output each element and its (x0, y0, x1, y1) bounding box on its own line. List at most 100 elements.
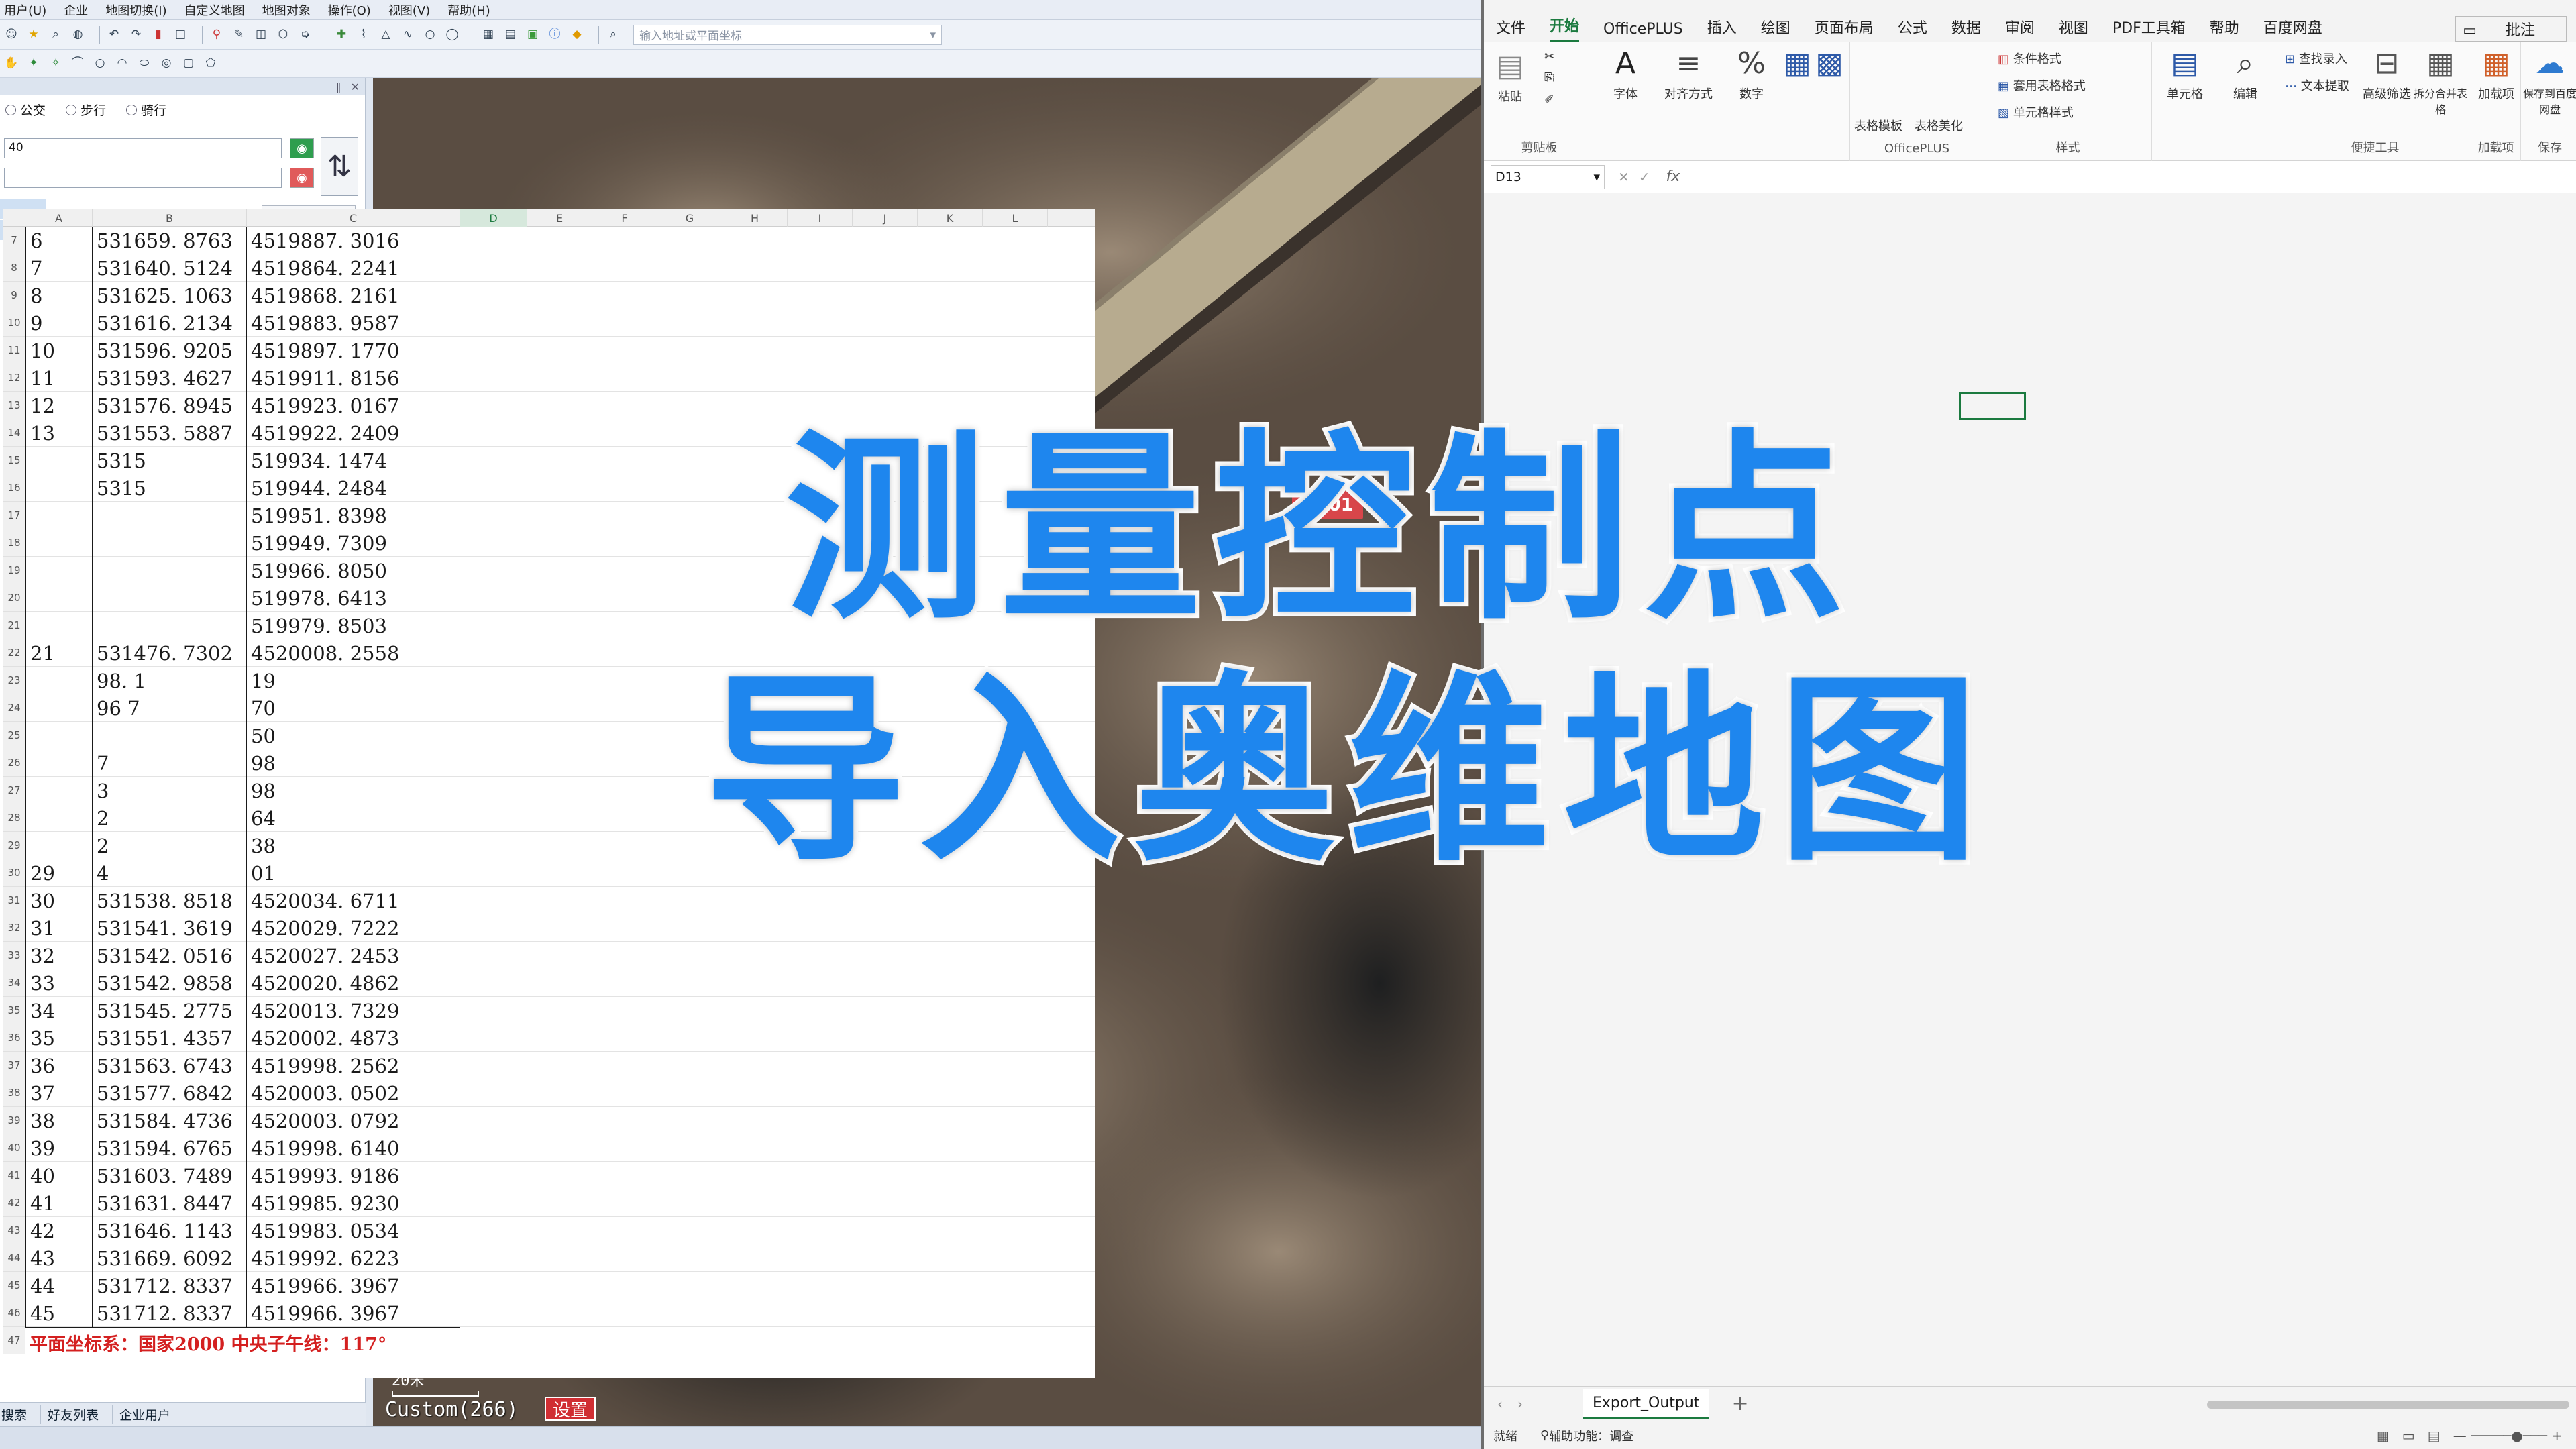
cell-b[interactable]: 531563. 6743 (93, 1052, 247, 1079)
cell-a[interactable]: 29 (25, 859, 93, 887)
menu-help[interactable]: 帮助(H) (447, 1, 490, 19)
font-button[interactable]: A 字体 (1595, 46, 1656, 102)
cell-b[interactable] (93, 722, 247, 749)
tab-insert[interactable]: 插入 (1707, 16, 1737, 42)
cell-c[interactable]: 64 (247, 804, 460, 832)
cell-a[interactable] (25, 749, 93, 777)
cell-b[interactable]: 531594. 6765 (93, 1134, 247, 1162)
row-number[interactable]: 37 (3, 1052, 25, 1079)
cell-b[interactable]: 531542. 0516 (93, 942, 247, 969)
cell-b[interactable]: 531542. 9858 (93, 969, 247, 997)
sheet-tab-export-output[interactable]: Export_Output (1583, 1389, 1709, 1419)
cell-a[interactable]: 8 (25, 282, 93, 309)
cells-button[interactable]: ▤ 单元格 (2155, 46, 2215, 102)
chevron-left-icon[interactable]: ‹ (1497, 1396, 1503, 1412)
name-box[interactable]: D13 ▾ (1491, 164, 1605, 189)
tab-formulas[interactable]: 公式 (1898, 16, 1927, 42)
cell-a[interactable]: 38 (25, 1107, 93, 1134)
column-header[interactable]: I (788, 209, 853, 227)
cell-b[interactable]: 531616. 2134 (93, 309, 247, 337)
row-number[interactable]: 33 (3, 942, 25, 969)
row-number[interactable]: 20 (3, 584, 25, 612)
horizontal-scrollbar[interactable] (2207, 1401, 2569, 1409)
cell-b[interactable]: 531659. 8763 (93, 227, 247, 254)
cell-a[interactable] (25, 777, 93, 804)
search-map-icon[interactable]: ⌕ (48, 28, 63, 42)
table-format-button[interactable]: ▦ 套用表格格式 (1998, 76, 2086, 94)
cell-b[interactable]: 96 7 (93, 694, 247, 722)
add-sheet-icon[interactable]: + (1731, 1392, 1748, 1415)
number-button[interactable]: % 数字 (1721, 46, 1782, 102)
cell-c[interactable]: 4519998. 2562 (247, 1052, 460, 1079)
cell-a[interactable]: 42 (25, 1217, 93, 1244)
start-point-input[interactable]: 40 (4, 138, 282, 158)
column-header[interactable]: G (657, 209, 722, 227)
cell-b[interactable]: 531631. 8447 (93, 1189, 247, 1217)
polyline-icon[interactable]: ⌇ (356, 28, 371, 42)
ellipse-tool-icon[interactable]: ⬭ (137, 56, 152, 71)
row-number[interactable]: 7 (3, 227, 25, 254)
menu-map-object[interactable]: 地图对象 (262, 1, 311, 19)
cell-a[interactable]: 7 (25, 254, 93, 282)
cell-b[interactable]: 2 (93, 804, 247, 832)
row-number[interactable]: 30 (3, 859, 25, 887)
copy-icon[interactable]: ⎘ (1544, 71, 1554, 85)
cell-a[interactable]: 12 (25, 392, 93, 419)
cell-c[interactable]: 4519887. 3016 (247, 227, 460, 254)
chat-icon[interactable]: ▣ (525, 28, 540, 42)
cell-c[interactable]: 4519993. 9186 (247, 1162, 460, 1189)
cell-b[interactable]: 531603. 7489 (93, 1162, 247, 1189)
cell-b[interactable] (93, 529, 247, 557)
cell-a[interactable] (25, 832, 93, 859)
cell-c[interactable]: 519934. 1474 (247, 447, 460, 474)
accessibility-icon[interactable]: ⚲ (1540, 1428, 1549, 1442)
pencil-icon[interactable]: ✎ (231, 28, 246, 42)
cell-b[interactable]: 531541. 3619 (93, 914, 247, 942)
menu-view[interactable]: 视图(V) (388, 1, 430, 19)
cell-c[interactable]: 50 (247, 722, 460, 749)
ellipse-icon[interactable]: ◯ (445, 28, 460, 42)
row-number[interactable]: 32 (3, 914, 25, 942)
end-pick-button[interactable]: ◉ (290, 168, 314, 188)
row-number[interactable]: 12 (3, 364, 25, 392)
tab-baidu[interactable]: 百度网盘 (2263, 16, 2322, 42)
circle-icon[interactable]: ○ (423, 28, 437, 42)
cell-c[interactable]: 4520002. 4873 (247, 1024, 460, 1052)
tab-review[interactable]: 审阅 (2005, 16, 2035, 42)
row-number[interactable]: 16 (3, 474, 25, 502)
cell-b[interactable]: 2 (93, 832, 247, 859)
paste-button[interactable]: ▤ 粘贴 (1487, 48, 1534, 105)
row-number[interactable]: 41 (3, 1162, 25, 1189)
cell-c[interactable]: 4519883. 9587 (247, 309, 460, 337)
row-number[interactable]: 28 (3, 804, 25, 832)
cell-b[interactable] (93, 557, 247, 584)
cell-a[interactable]: 37 (25, 1079, 93, 1107)
cell-c[interactable]: 4519868. 2161 (247, 282, 460, 309)
cell-c[interactable]: 4519911. 8156 (247, 364, 460, 392)
cell-c[interactable]: 70 (247, 694, 460, 722)
row-number[interactable]: 15 (3, 447, 25, 474)
table-beautify-button[interactable]: ▩ (1813, 46, 1846, 85)
row-number[interactable]: 35 (3, 997, 25, 1024)
cell-a[interactable]: 31 (25, 914, 93, 942)
cell-b[interactable]: 531712. 8337 (93, 1272, 247, 1299)
menu-enterprise[interactable]: 企业 (64, 1, 88, 19)
cell-b[interactable]: 531576. 8945 (93, 392, 247, 419)
line-icon[interactable]: ⌒ (70, 56, 85, 71)
row-number[interactable]: 10 (3, 309, 25, 337)
row-number[interactable]: 27 (3, 777, 25, 804)
tab-officeplus[interactable]: OfficePLUS (1603, 21, 1683, 42)
pin-move-icon[interactable]: ✧ (48, 56, 63, 71)
cell-a[interactable]: 32 (25, 942, 93, 969)
radio-icon[interactable] (5, 104, 16, 115)
cell-a[interactable]: 30 (25, 887, 93, 914)
tab-draw[interactable]: 绘图 (1761, 16, 1790, 42)
confirm-icon[interactable]: ✓ (1639, 169, 1650, 185)
cell-a[interactable]: 45 (25, 1299, 93, 1327)
cell-a[interactable]: 36 (25, 1052, 93, 1079)
cell-c[interactable]: 4519966. 3967 (247, 1299, 460, 1327)
cell-b[interactable] (93, 584, 247, 612)
circle-tool-icon[interactable]: ○ (93, 56, 107, 71)
cell-b[interactable]: 531476. 7302 (93, 639, 247, 667)
row-number[interactable]: 29 (3, 832, 25, 859)
